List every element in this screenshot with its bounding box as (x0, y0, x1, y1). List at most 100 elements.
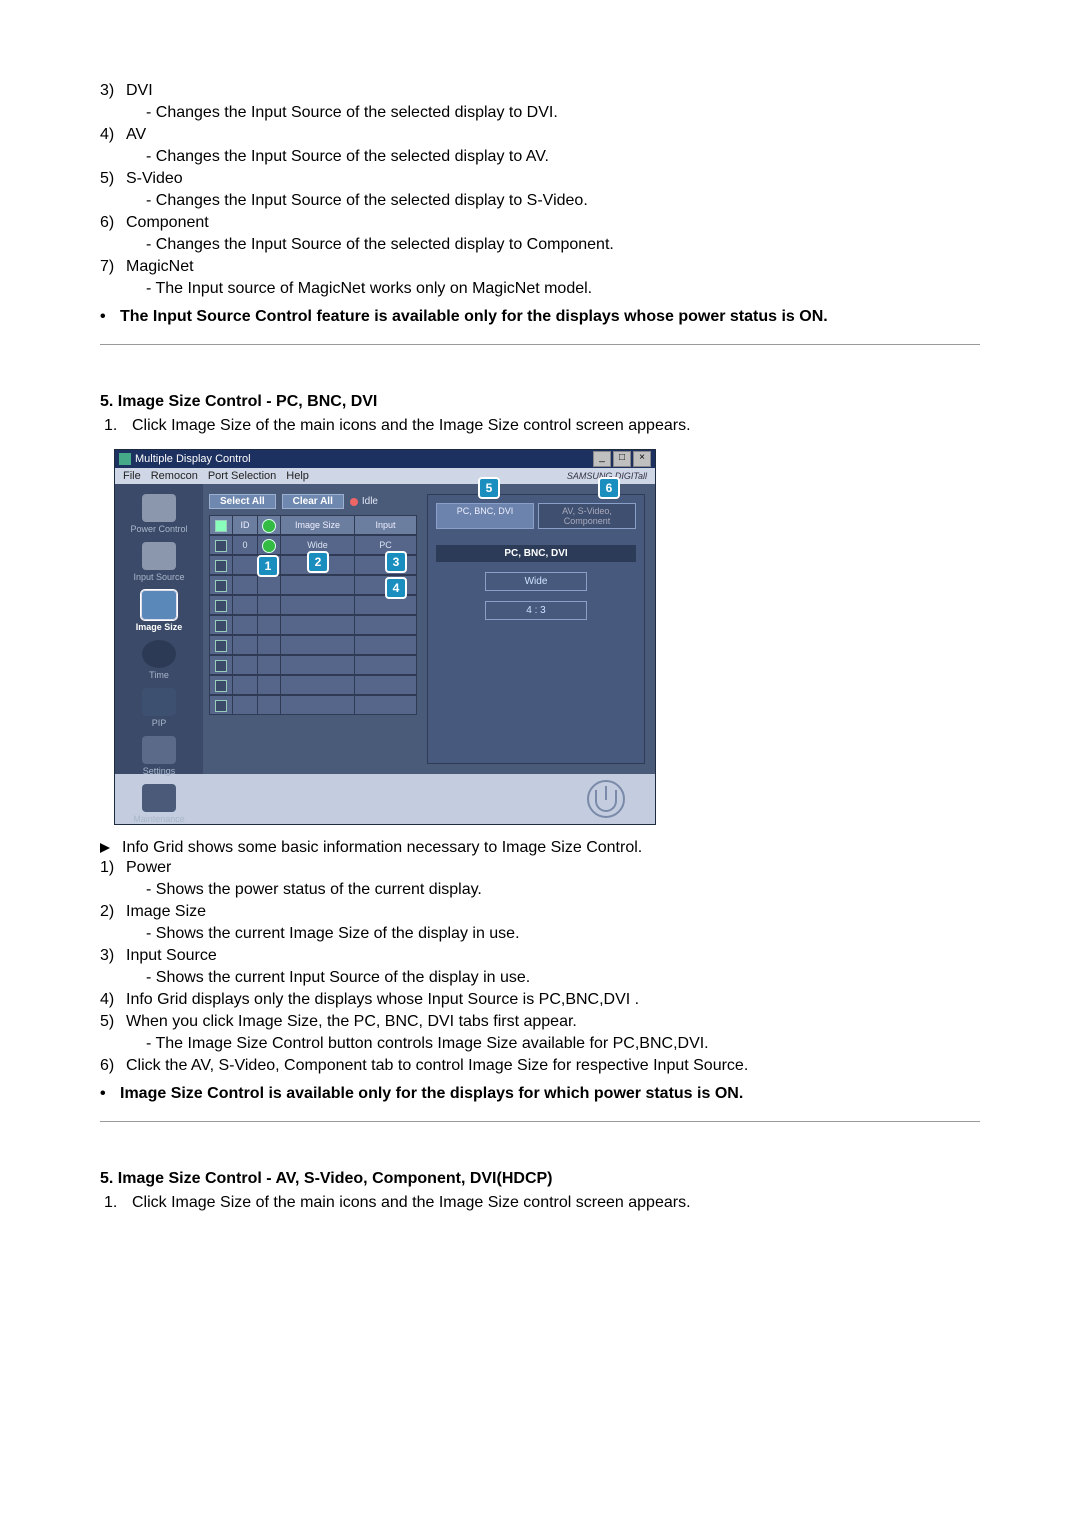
panel-group-label: PC, BNC, DVI (436, 545, 636, 562)
section-note: • Image Size Control is available only f… (100, 1085, 980, 1103)
pip-icon (142, 688, 176, 716)
list-title: Image Size (126, 903, 206, 920)
col-power (258, 516, 281, 535)
sidebar-item-label: Image Size (136, 622, 183, 632)
callout-1: 1 (257, 555, 279, 577)
sidebar-item-settings[interactable]: Settings (124, 736, 194, 776)
list-num: 1) (100, 857, 126, 901)
sidebar-item-label: Settings (143, 766, 176, 776)
sidebar-item-maintenance[interactable]: Maintenance (124, 784, 194, 824)
table-row (209, 635, 417, 655)
table-row (209, 695, 417, 715)
window-title: Multiple Display Control (135, 453, 593, 465)
menu-port[interactable]: Port Selection (208, 470, 276, 482)
col-image-size: Image Size (281, 516, 355, 535)
list-title: S-Video (126, 170, 183, 187)
lead-text: Info Grid shows some basic information n… (122, 839, 642, 857)
sidebar-item-time[interactable]: Time (124, 640, 194, 680)
power-icon (142, 494, 176, 522)
clear-all-button[interactable]: Clear All (282, 494, 344, 509)
mdc-window: Multiple Display Control _ □ × File Remo… (114, 449, 656, 825)
app-icon (119, 453, 131, 465)
power-icon[interactable] (587, 780, 625, 818)
list-desc: - Shows the power status of the current … (126, 879, 980, 901)
list-desc: - Changes the Input Source of the select… (126, 190, 980, 212)
list-num: 6) (100, 1055, 126, 1077)
table-row (209, 655, 417, 675)
sidebar-item-label: Power Control (130, 524, 187, 534)
menu-help[interactable]: Help (286, 470, 309, 482)
arrow-right-icon (100, 839, 122, 857)
list-desc: - Shows the current Input Source of the … (126, 967, 980, 989)
menu-file[interactable]: File (123, 470, 141, 482)
wrench-icon (142, 784, 176, 812)
list-title: Info Grid displays only the displays who… (126, 991, 639, 1008)
note-text: Image Size Control is available only for… (120, 1085, 743, 1103)
section-note: • The Input Source Control feature is av… (100, 308, 980, 326)
bullet-icon: • (100, 308, 120, 326)
clock-icon (142, 640, 176, 668)
sidebar-item-image-size[interactable]: Image Size (124, 590, 194, 632)
step-text: Click Image Size of the main icons and t… (132, 1194, 691, 1212)
list-num: 3) (100, 945, 126, 989)
list-num: 5) (100, 1011, 126, 1055)
list-num: 3) (100, 80, 126, 124)
cell-id: 0 (233, 536, 258, 555)
list-desc: - Changes the Input Source of the select… (126, 234, 980, 256)
checkbox-icon (215, 680, 227, 692)
list-title: Component (126, 214, 209, 231)
callout-4: 4 (385, 577, 407, 599)
callout-6: 6 (598, 477, 620, 499)
col-check[interactable] (210, 516, 233, 535)
list-desc: - Shows the current Image Size of the di… (126, 923, 980, 945)
sidebar-item-pip[interactable]: PIP (124, 688, 194, 728)
list-num: 4) (100, 124, 126, 168)
checkbox-icon (215, 580, 227, 592)
list-title: DVI (126, 82, 153, 99)
status-led-icon (350, 498, 358, 506)
menu-remocon[interactable]: Remocon (151, 470, 198, 482)
sidebar-item-label: Time (149, 670, 169, 680)
input-icon (142, 542, 176, 570)
close-button[interactable]: × (633, 451, 651, 467)
status-bar (115, 774, 655, 824)
col-input: Input (355, 516, 417, 535)
select-all-button[interactable]: Select All (209, 494, 276, 509)
checkbox-icon (215, 640, 227, 652)
image-size-panel: 5 6 PC, BNC, DVI AV, S-Video, Component … (427, 494, 645, 764)
note-text: The Input Source Control feature is avai… (120, 308, 828, 326)
checkbox-icon[interactable] (215, 540, 227, 552)
checkbox-icon (215, 620, 227, 632)
bullet-icon: • (100, 1085, 120, 1103)
tab-av-svideo-component[interactable]: AV, S-Video, Component (538, 503, 636, 529)
sidebar-item-input[interactable]: Input Source (124, 542, 194, 582)
image-size-icon (141, 590, 177, 620)
maximize-button[interactable]: □ (613, 451, 631, 467)
list-title: Power (126, 859, 171, 876)
step-num: 1. (100, 417, 132, 435)
list-num: 2) (100, 901, 126, 945)
option-wide[interactable]: Wide (485, 572, 587, 591)
list-desc: - The Image Size Control button controls… (126, 1033, 980, 1055)
section-heading: 5. Image Size Control - PC, BNC, DVI (100, 393, 980, 411)
list-title: Click the AV, S-Video, Component tab to … (126, 1057, 748, 1074)
list-title: When you click Image Size, the PC, BNC, … (126, 1013, 577, 1030)
list-num: 6) (100, 212, 126, 256)
idle-label: Idle (362, 496, 378, 507)
menu-bar: File Remocon Port Selection Help SAMSUNG… (115, 468, 655, 484)
sidebar-item-label: Input Source (133, 572, 184, 582)
checkbox-icon (215, 520, 227, 532)
title-bar: Multiple Display Control _ □ × (115, 450, 655, 468)
list-desc: - The Input source of MagicNet works onl… (126, 278, 980, 300)
app-screenshot: Multiple Display Control _ □ × File Remo… (114, 449, 980, 825)
sidebar-item-power[interactable]: Power Control (124, 494, 194, 534)
minimize-button[interactable]: _ (593, 451, 611, 467)
sidebar-item-label: Maintenance (133, 814, 185, 824)
section-heading: 5. Image Size Control - AV, S-Video, Com… (100, 1170, 980, 1188)
section-divider (100, 1121, 980, 1122)
image-size-info-list: 1) Power - Shows the power status of the… (100, 857, 980, 1077)
option-4-3[interactable]: 4 : 3 (485, 601, 587, 620)
power-dot-icon (262, 539, 276, 553)
callout-5: 5 (478, 477, 500, 499)
tab-pc-bnc-dvi[interactable]: PC, BNC, DVI (436, 503, 534, 529)
